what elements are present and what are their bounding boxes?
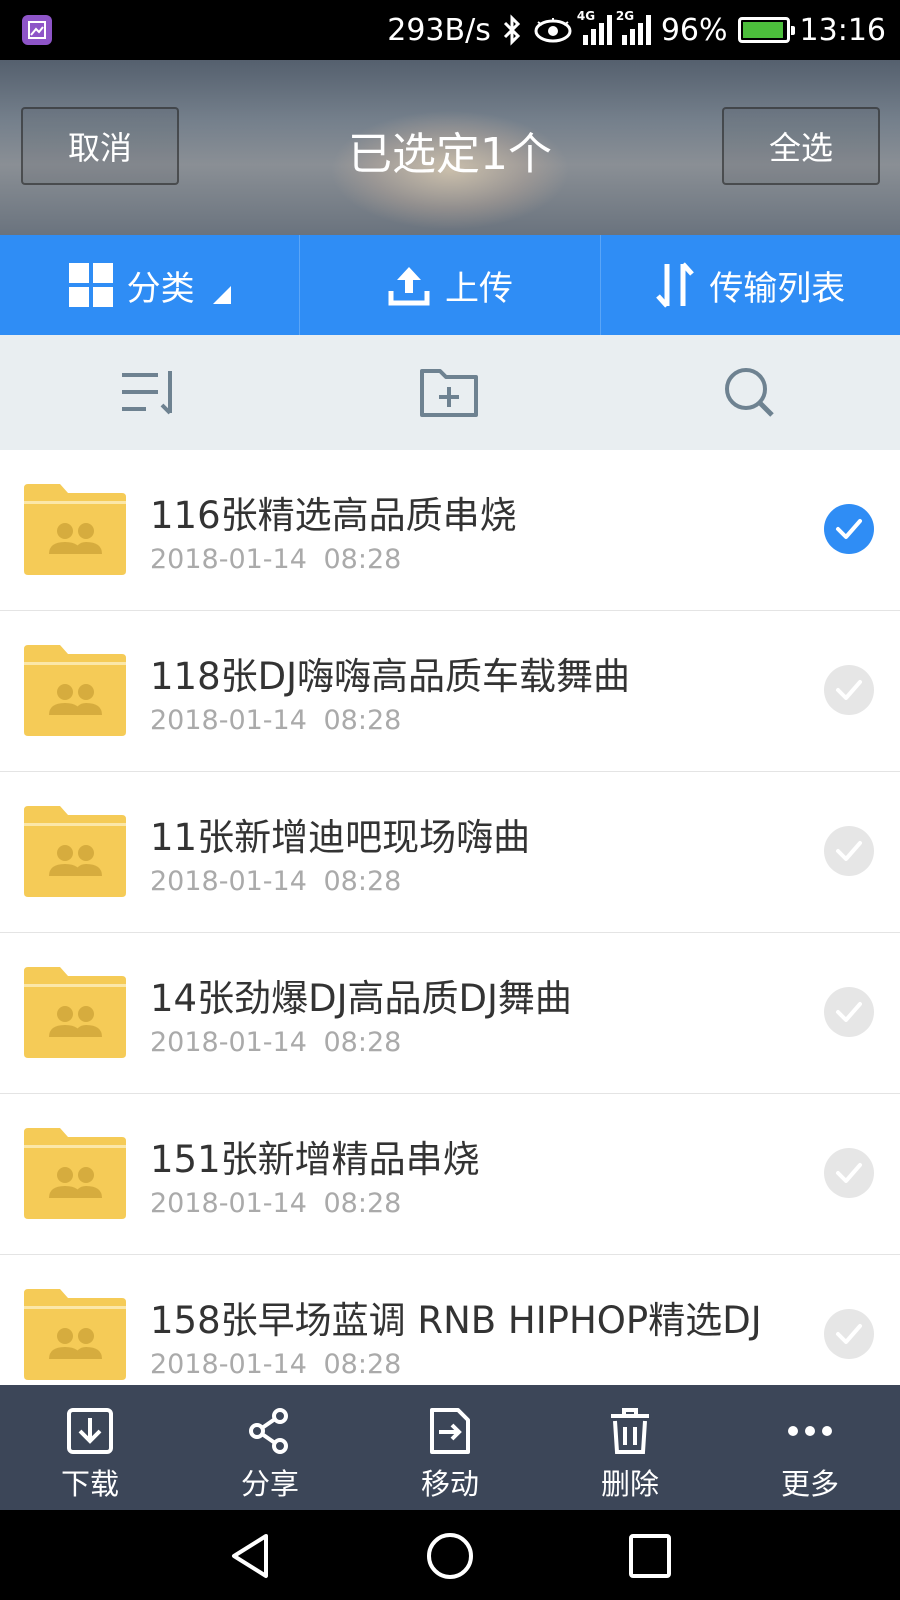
selection-header: 取消 已选定1个 全选 — [0, 60, 900, 235]
move-label: 移动 — [420, 1467, 479, 1501]
check-icon — [836, 680, 862, 700]
gallery-notification-icon — [22, 15, 52, 45]
file-row[interactable]: 118张DJ嗨嗨高品质车载舞曲 2018-01-14 08:28 — [0, 611, 900, 772]
check-icon — [836, 1324, 862, 1344]
shared-folder-icon — [24, 645, 126, 736]
shared-folder-icon — [24, 484, 126, 575]
tab-transfer-list[interactable]: 传输列表 — [599, 235, 900, 335]
file-name: 158张早场蓝调 RNB HIPHOP精选DJ — [150, 1299, 762, 1342]
transfer-icon — [656, 262, 695, 308]
back-icon[interactable] — [228, 1532, 274, 1580]
file-row[interactable]: 158张早场蓝调 RNB HIPHOP精选DJ 2018-01-14 08:28 — [0, 1255, 900, 1385]
file-name: 151张新增精品串烧 — [150, 1138, 480, 1181]
grid-icon — [68, 263, 113, 307]
signal-2g-icon: 2G — [616, 9, 651, 45]
file-name: 11张新增迪吧现场嗨曲 — [150, 816, 531, 859]
check-icon — [836, 841, 862, 861]
share-button[interactable]: 分享 — [180, 1385, 360, 1510]
signal-4g-icon: 4G — [577, 9, 612, 45]
file-name: 118张DJ嗨嗨高品质车载舞曲 — [150, 655, 631, 698]
status-bar: 293B/s 4G 2G 96% 13:16 — [0, 0, 900, 60]
check-icon — [836, 1002, 862, 1022]
shared-folder-icon — [24, 967, 126, 1058]
more-button[interactable]: 更多 — [720, 1385, 900, 1510]
select-checkbox[interactable] — [824, 826, 874, 876]
file-date: 2018-01-14 08:28 — [150, 1188, 402, 1219]
file-date: 2018-01-14 08:28 — [150, 705, 402, 736]
delete-button[interactable]: 删除 — [540, 1385, 720, 1510]
bluetooth-icon — [503, 14, 520, 46]
move-icon — [430, 1408, 470, 1454]
system-nav-bar — [0, 1510, 900, 1600]
file-row[interactable]: 14张劲爆DJ高品质DJ舞曲 2018-01-14 08:28 — [0, 933, 900, 1094]
select-checkbox[interactable] — [824, 987, 874, 1037]
delete-icon — [611, 1408, 649, 1454]
select-checkbox[interactable] — [824, 504, 874, 554]
file-date: 2018-01-14 08:28 — [150, 1027, 402, 1058]
file-date: 2018-01-14 08:28 — [150, 866, 402, 897]
battery-percent: 96% — [660, 12, 728, 48]
file-row[interactable]: 151张新增精品串烧 2018-01-14 08:28 — [0, 1094, 900, 1255]
download-label: 下载 — [60, 1467, 119, 1501]
file-date: 2018-01-14 08:28 — [150, 544, 402, 575]
share-icon — [249, 1408, 288, 1454]
tab-category[interactable]: 分类 — [0, 235, 299, 335]
home-icon[interactable] — [426, 1532, 474, 1580]
more-icon — [788, 1426, 832, 1436]
tab-upload-label: 上传 — [444, 268, 513, 309]
shared-folder-icon — [24, 1289, 126, 1380]
shared-folder-icon — [24, 1128, 126, 1219]
download-icon — [67, 1408, 113, 1454]
clock: 13:16 — [799, 12, 886, 48]
file-date: 2018-01-14 08:28 — [150, 1349, 402, 1380]
upload-icon — [388, 267, 430, 306]
new-folder-icon[interactable] — [418, 365, 482, 421]
eye-icon — [534, 18, 572, 43]
more-label: 更多 — [780, 1467, 839, 1501]
select-checkbox[interactable] — [824, 1148, 874, 1198]
tab-category-label: 分类 — [126, 268, 195, 309]
bottom-action-bar: 下载 分享 移动 删除 更多 — [0, 1385, 900, 1510]
shared-folder-icon — [24, 806, 126, 897]
app-screen: 293B/s 4G 2G 96% 13:16 取消 已选定1个 全选 分类 上传… — [0, 0, 900, 1600]
tab-upload[interactable]: 上传 — [299, 235, 599, 335]
file-list: 116张精选高品质串烧 2018-01-14 08:28 118张DJ嗨嗨高品质车载… — [0, 450, 900, 1385]
file-toolbar — [0, 335, 900, 450]
file-name: 14张劲爆DJ高品质DJ舞曲 — [150, 977, 572, 1020]
dropdown-triangle-icon — [212, 286, 231, 304]
battery-level — [742, 22, 783, 38]
select-checkbox[interactable] — [824, 1309, 874, 1359]
network-speed: 293B/s — [387, 12, 491, 48]
top-tab-bar: 分类 上传 传输列表 — [0, 235, 900, 335]
battery-icon — [737, 17, 795, 43]
check-icon — [836, 1163, 862, 1183]
select-checkbox[interactable] — [824, 665, 874, 715]
select-all-button[interactable]: 全选 — [722, 107, 880, 185]
share-label: 分享 — [240, 1467, 299, 1501]
move-button[interactable]: 移动 — [360, 1385, 540, 1510]
delete-label: 删除 — [600, 1467, 659, 1501]
check-icon — [836, 519, 862, 539]
file-row[interactable]: 11张新增迪吧现场嗨曲 2018-01-14 08:28 — [0, 772, 900, 933]
tab-transfer-list-label: 传输列表 — [709, 268, 846, 309]
file-row[interactable]: 116张精选高品质串烧 2018-01-14 08:28 — [0, 450, 900, 611]
download-button[interactable]: 下载 — [0, 1385, 180, 1510]
recent-apps-icon[interactable] — [627, 1532, 673, 1580]
search-icon[interactable] — [718, 365, 782, 421]
file-name: 116张精选高品质串烧 — [150, 494, 517, 537]
sort-icon[interactable] — [118, 365, 182, 421]
